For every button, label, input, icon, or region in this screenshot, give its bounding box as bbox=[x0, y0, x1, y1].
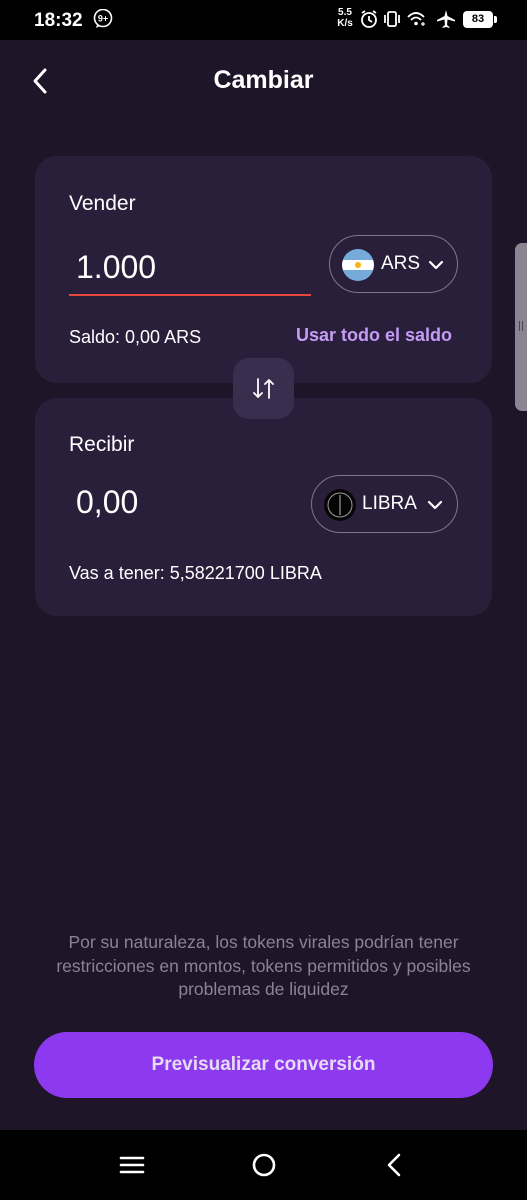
alarm-icon bbox=[361, 10, 377, 28]
preview-conversion-button[interactable]: Previsualizar conversión bbox=[34, 1032, 493, 1098]
home-icon[interactable] bbox=[249, 1150, 279, 1180]
receive-result-text: Vas a tener: 5,58221700 LIBRA bbox=[69, 563, 322, 583]
menu-icon[interactable] bbox=[117, 1150, 147, 1180]
system-nav-bar bbox=[0, 1130, 527, 1200]
sell-card: Vender ARS Saldo: 0,00 ARS Usar todo el … bbox=[35, 156, 492, 383]
nav-back-icon[interactable] bbox=[380, 1150, 410, 1180]
exchange-screen: 18:32 9+ 5.5 K/s 83 Cambiar Vender 1.000… bbox=[0, 0, 527, 1200]
libra-token-icon bbox=[324, 489, 356, 521]
swap-arrows-icon bbox=[253, 378, 274, 399]
argentina-flag-icon bbox=[342, 249, 374, 281]
airplane-mode-icon bbox=[437, 10, 455, 28]
notification-badge-text: 9+ bbox=[98, 14, 108, 24]
receive-card: Recibir LIBRA Vas a tener: 5,58221700 LI… bbox=[35, 398, 492, 616]
vibrate-icon bbox=[384, 11, 400, 27]
chevron-down-icon bbox=[427, 500, 443, 510]
receive-amount-input[interactable] bbox=[69, 474, 311, 530]
chevron-down-icon bbox=[428, 260, 444, 270]
wifi-icon bbox=[407, 12, 425, 26]
chat-notification-icon: 9+ bbox=[93, 9, 113, 28]
use-all-balance-link[interactable]: Usar todo el saldo bbox=[296, 325, 452, 346]
scroll-grip bbox=[519, 321, 523, 331]
viral-tokens-disclaimer: Por su naturaleza, los tokens virales po… bbox=[56, 932, 471, 999]
sell-label: Vender bbox=[69, 192, 136, 215]
receive-label: Recibir bbox=[69, 433, 135, 456]
sell-amount-input[interactable] bbox=[69, 240, 311, 296]
network-speed-value: 5.5 bbox=[338, 7, 352, 18]
sell-currency-select[interactable]: ARS bbox=[329, 235, 458, 293]
battery-indicator: 83 bbox=[463, 11, 493, 28]
network-speed-unit: K/s bbox=[337, 18, 353, 29]
sell-currency-code: ARS bbox=[381, 253, 421, 274]
sell-balance-text: Saldo: 0,00 ARS bbox=[69, 327, 202, 347]
status-bar: 18:32 9+ 5.5 K/s 83 bbox=[0, 0, 527, 40]
swap-currencies-button[interactable] bbox=[233, 358, 294, 419]
status-time: 18:32 bbox=[34, 10, 83, 31]
receive-currency-select[interactable]: LIBRA bbox=[311, 475, 458, 533]
scroll-handle[interactable] bbox=[515, 243, 527, 411]
network-speed: 5.5 K/s bbox=[335, 7, 355, 29]
page-title: Cambiar bbox=[213, 66, 314, 94]
battery-tip bbox=[494, 16, 497, 23]
receive-currency-code: LIBRA bbox=[362, 493, 417, 514]
